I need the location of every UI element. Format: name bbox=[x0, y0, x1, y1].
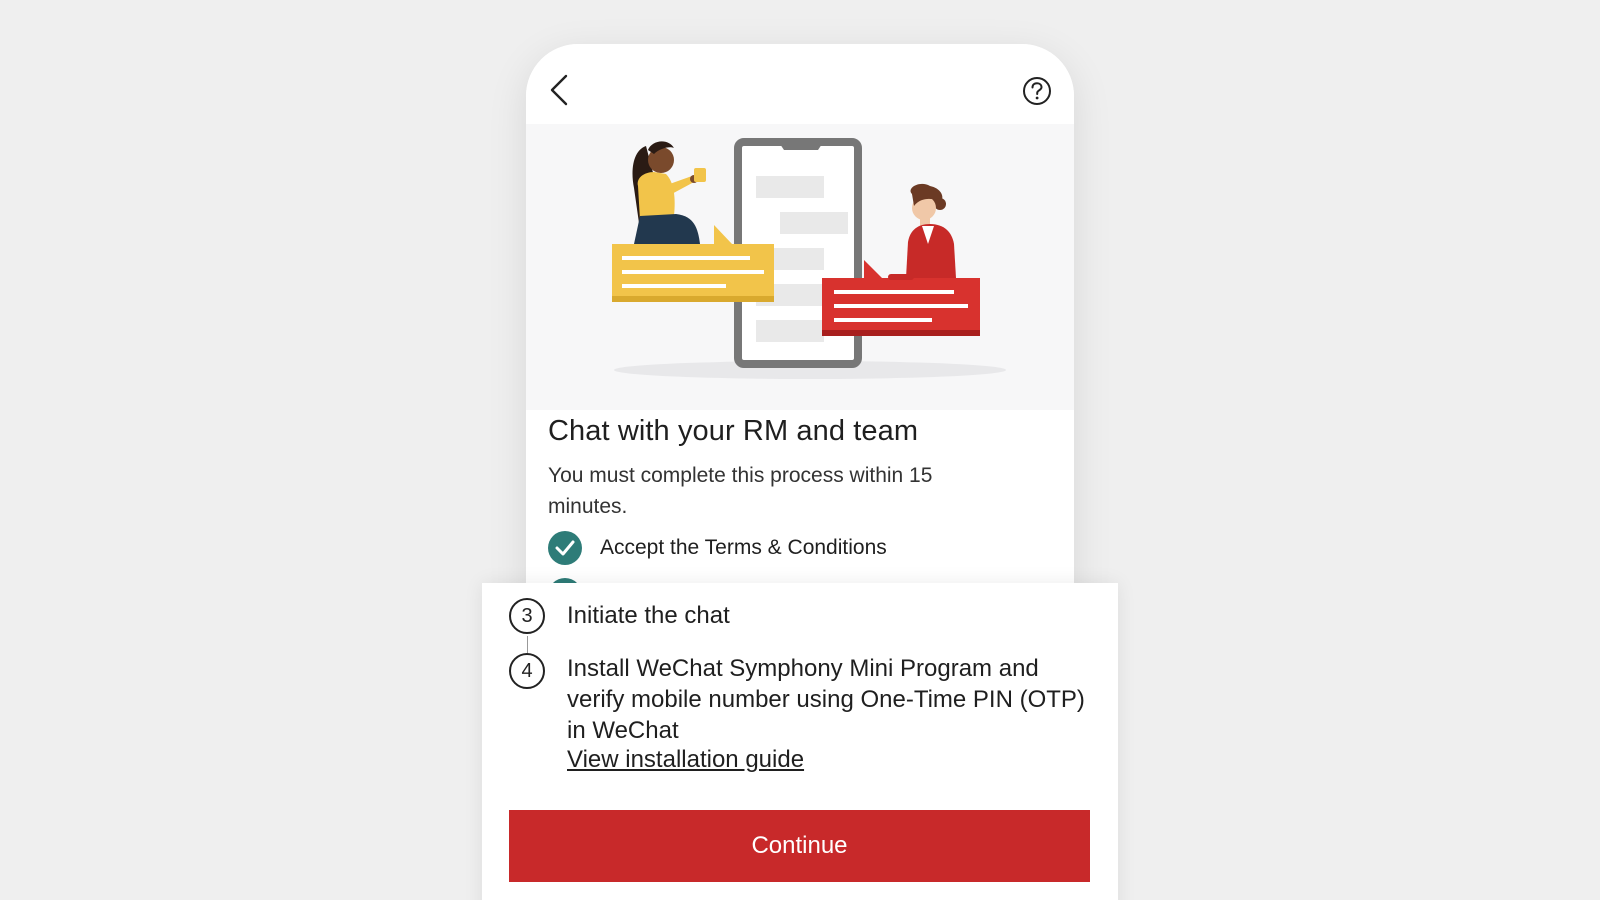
page-title: Chat with your RM and team bbox=[548, 415, 919, 447]
step-install-wechat: 4 Install WeChat Symphony Mini Program a… bbox=[509, 653, 1087, 774]
help-button[interactable] bbox=[1022, 76, 1052, 106]
chevron-left-icon bbox=[550, 74, 568, 106]
step-connector bbox=[527, 636, 528, 653]
step-initiate-chat: 3 Initiate the chat bbox=[509, 598, 730, 634]
step-number-badge: 3 bbox=[509, 598, 545, 634]
completed-step-label: Accept the Terms & Conditions bbox=[600, 536, 887, 559]
chat-illustration bbox=[526, 124, 1074, 410]
time-limit-notice: You must complete this process within 15… bbox=[548, 464, 933, 518]
question-circle-icon bbox=[1023, 77, 1051, 105]
step-label: Initiate the chat bbox=[567, 602, 730, 629]
stage: Chat with your RM and team You must comp… bbox=[0, 0, 1600, 900]
continue-button[interactable]: Continue bbox=[509, 810, 1090, 882]
back-button[interactable] bbox=[546, 72, 576, 108]
step-label: Install WeChat Symphony Mini Program and… bbox=[567, 655, 1085, 744]
step-number-badge: 4 bbox=[509, 653, 545, 689]
installation-guide-link[interactable]: View installation guide bbox=[567, 746, 1087, 774]
check-circle-icon bbox=[548, 531, 582, 565]
app-header bbox=[526, 44, 1074, 124]
completed-step: Accept the Terms & Conditions bbox=[548, 530, 887, 566]
chat-illustration-graphic bbox=[612, 138, 1006, 379]
steps-sheet: 3 Initiate the chat 4 Install WeChat Sym… bbox=[482, 583, 1118, 900]
